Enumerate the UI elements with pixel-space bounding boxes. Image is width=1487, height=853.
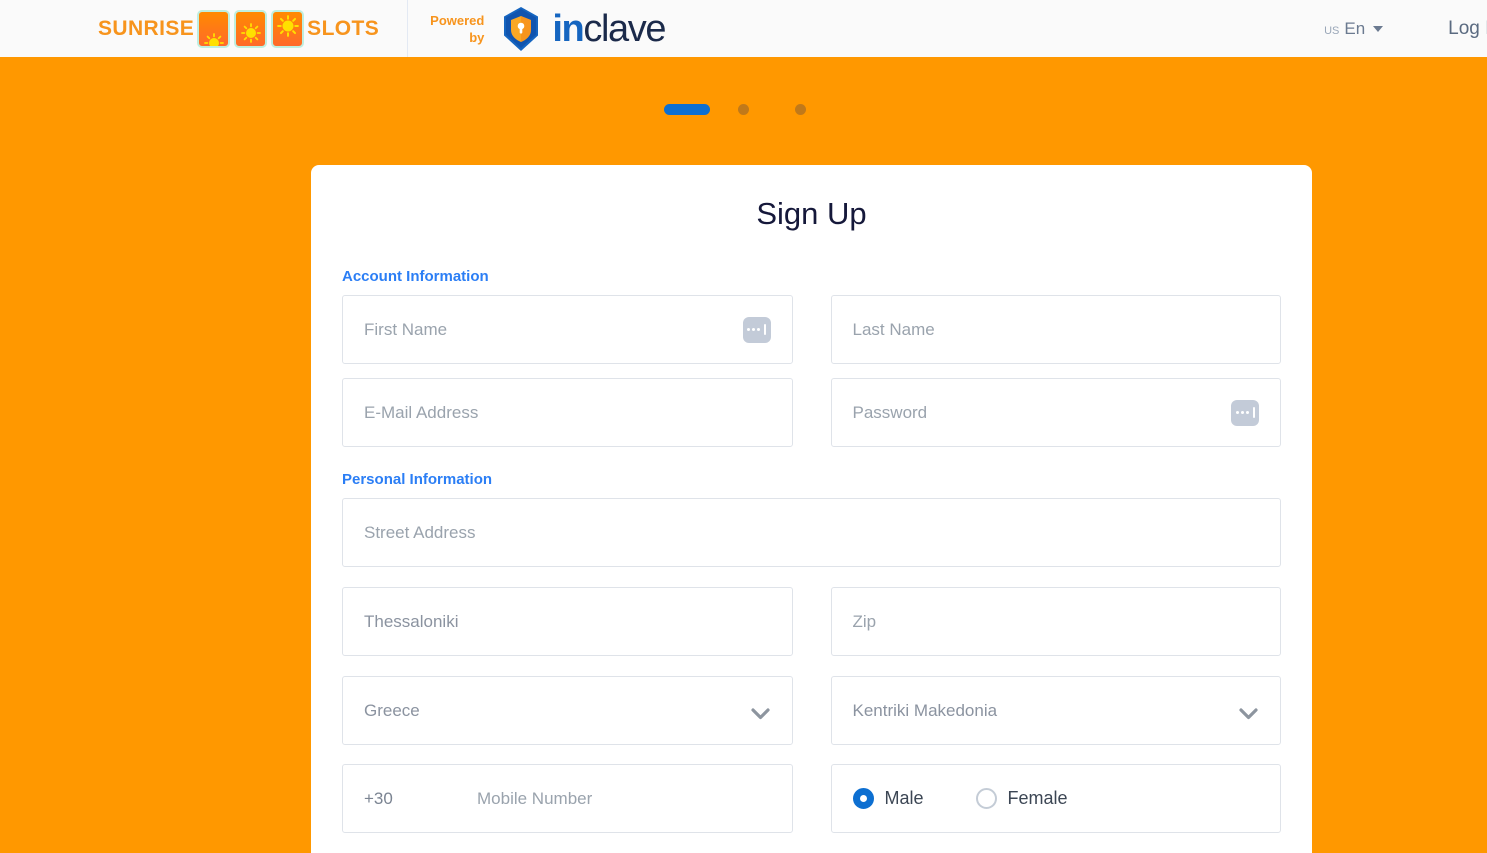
autofill-icon[interactable] bbox=[1231, 399, 1259, 426]
mobile-number-placeholder: Mobile Number bbox=[477, 788, 593, 808]
header-right: US En Log In bbox=[1324, 18, 1487, 40]
col-password: Password bbox=[830, 378, 1281, 447]
autofill-dot-1 bbox=[1235, 411, 1239, 414]
gender-option-male[interactable]: Male bbox=[852, 788, 924, 809]
col-country: Greece bbox=[342, 676, 793, 745]
language-code: En bbox=[1344, 18, 1366, 38]
row-phone-gender: +30 Mobile Number Male Female bbox=[342, 764, 1281, 833]
gender-option-female[interactable]: Female bbox=[975, 788, 1068, 809]
carousel-dot-1-wrap bbox=[658, 104, 715, 115]
language-selector[interactable]: US En bbox=[1324, 18, 1384, 39]
sun-icon bbox=[276, 14, 299, 37]
header-divider bbox=[407, 0, 409, 57]
inclave-shield-icon bbox=[497, 5, 545, 53]
page-title: Sign Up bbox=[756, 196, 867, 231]
state-value: Kentriki Makedonia bbox=[852, 700, 998, 720]
site-header: SUNRISE SLOTS Powered by inclave US En L… bbox=[0, 0, 1487, 57]
powered-by-line2: by bbox=[469, 29, 485, 45]
signup-form: Account Information First Name Last Name bbox=[311, 268, 1312, 853]
sun-icon bbox=[203, 32, 224, 46]
autofill-caret bbox=[764, 324, 766, 335]
col-last-name: Last Name bbox=[830, 295, 1281, 364]
row-country-state: Greece Kentriki Makedonia bbox=[342, 676, 1281, 745]
autofill-dot-2 bbox=[1240, 411, 1244, 414]
col-first-name: First Name bbox=[342, 295, 793, 364]
state-select[interactable]: Kentriki Makedonia bbox=[830, 676, 1281, 745]
password-input[interactable]: Password bbox=[830, 378, 1281, 447]
row-city-zip: Thessaloniki Zip bbox=[342, 587, 1281, 656]
col-gender: Male Female bbox=[830, 764, 1281, 833]
street-address-placeholder: Street Address bbox=[364, 522, 476, 542]
signup-card: Sign Up Account Information First Name L… bbox=[311, 165, 1312, 853]
col-street: Street Address bbox=[342, 498, 1281, 567]
reel-3 bbox=[271, 9, 305, 48]
zip-placeholder: Zip bbox=[852, 611, 877, 631]
autofill-dot-3 bbox=[757, 328, 760, 331]
col-email: E-Mail Address bbox=[342, 378, 793, 447]
gender-label-female: Female bbox=[1007, 788, 1068, 808]
mobile-number-input[interactable]: +30 Mobile Number bbox=[342, 764, 793, 833]
language-region: US bbox=[1324, 24, 1340, 37]
carousel-dot-2-wrap bbox=[715, 104, 772, 115]
carousel-dot-3[interactable] bbox=[795, 104, 806, 115]
email-placeholder: E-Mail Address bbox=[364, 402, 479, 422]
chevron-down-icon bbox=[1373, 25, 1384, 32]
login-button[interactable]: Log In bbox=[1448, 18, 1487, 40]
col-zip: Zip bbox=[830, 587, 1281, 656]
chevron-down-icon bbox=[750, 707, 770, 725]
gender-group: Male Female bbox=[830, 764, 1281, 833]
last-name-input[interactable]: Last Name bbox=[830, 295, 1281, 364]
carousel-dots bbox=[0, 104, 1487, 115]
sun-icon bbox=[240, 22, 261, 43]
autofill-dot-3 bbox=[1245, 411, 1249, 414]
powered-by-line1: Powered bbox=[430, 12, 485, 28]
reel-1 bbox=[197, 9, 231, 48]
autofill-dot-2 bbox=[752, 328, 755, 331]
row-street: Street Address bbox=[342, 498, 1281, 567]
email-input[interactable]: E-Mail Address bbox=[342, 378, 793, 447]
autofill-icon[interactable] bbox=[742, 316, 771, 343]
inclave-wordmark: inclave bbox=[552, 7, 666, 50]
row-name: First Name Last Name bbox=[342, 295, 1281, 364]
section-personal-information: Personal Information bbox=[342, 471, 493, 488]
autofill-dot-1 bbox=[747, 328, 750, 331]
carousel-dot-3-wrap bbox=[772, 104, 829, 115]
phone-country-prefix: +30 bbox=[364, 788, 393, 808]
city-input[interactable]: Thessaloniki bbox=[342, 587, 793, 656]
row-credentials: E-Mail Address Password bbox=[342, 378, 1281, 447]
zip-input[interactable]: Zip bbox=[830, 587, 1281, 656]
first-name-placeholder: First Name bbox=[364, 319, 448, 339]
reel-2 bbox=[234, 9, 268, 48]
inclave-clave: clave bbox=[583, 7, 666, 50]
last-name-placeholder: Last Name bbox=[852, 319, 935, 339]
brand-word-right: SLOTS bbox=[307, 16, 380, 40]
carousel-dot-1[interactable] bbox=[663, 104, 710, 115]
country-value: Greece bbox=[364, 700, 420, 720]
powered-by-label: Powered by bbox=[430, 12, 484, 46]
slot-reels-icon bbox=[197, 9, 305, 48]
carousel-dot-2[interactable] bbox=[738, 104, 749, 115]
col-phone: +30 Mobile Number bbox=[342, 764, 793, 833]
inclave-in: in bbox=[552, 7, 584, 50]
col-city: Thessaloniki bbox=[342, 587, 793, 656]
col-state: Kentriki Makedonia bbox=[830, 676, 1281, 745]
city-value: Thessaloniki bbox=[364, 611, 459, 631]
autofill-caret bbox=[1252, 407, 1255, 418]
brand-word-left: SUNRISE bbox=[98, 16, 195, 40]
radio-female-icon bbox=[975, 788, 997, 809]
sunrise-slots-logo[interactable]: SUNRISE SLOTS bbox=[98, 9, 380, 48]
section-account-information: Account Information bbox=[342, 268, 489, 285]
radio-male-icon bbox=[852, 788, 874, 809]
password-placeholder: Password bbox=[852, 402, 928, 422]
street-address-input[interactable]: Street Address bbox=[342, 498, 1281, 567]
country-select[interactable]: Greece bbox=[342, 676, 793, 745]
chevron-down-icon bbox=[1239, 707, 1258, 725]
first-name-input[interactable]: First Name bbox=[342, 295, 793, 364]
inclave-logo[interactable]: inclave bbox=[497, 5, 666, 53]
gender-label-male: Male bbox=[884, 788, 924, 808]
